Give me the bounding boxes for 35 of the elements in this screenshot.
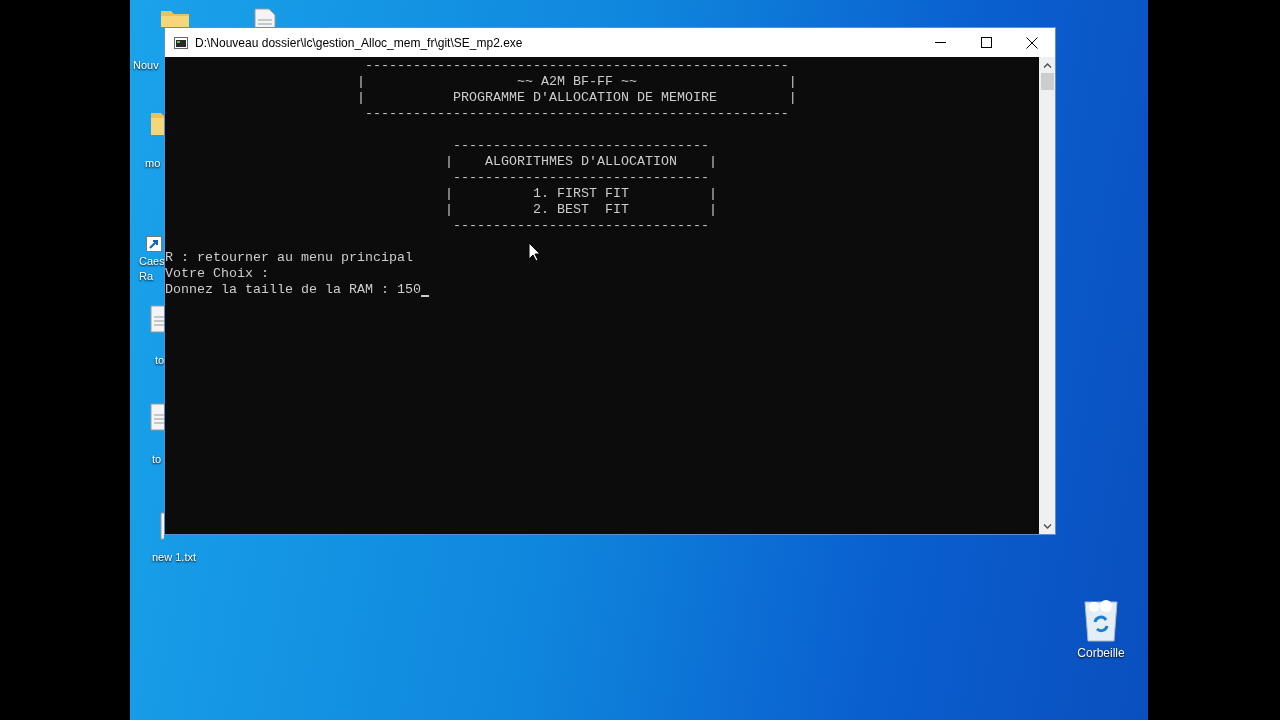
text-cursor — [420, 295, 429, 297]
window-title: D:\Nouveau dossier\lc\gestion_Alloc_mem_fr\git\SE_mp2.exe — [195, 35, 523, 50]
console-line: R : retourner au menu principal — [165, 250, 413, 266]
icon-label: Nouv — [133, 58, 159, 73]
icon-label: to — [152, 452, 162, 467]
console-line: -------------------------------- — [452, 138, 709, 154]
console-line: ----------------------------------------------------- — [364, 106, 789, 122]
close-icon — [1026, 36, 1038, 49]
console-line: | ALGORITHMES D'ALLOCATION | — [444, 154, 717, 170]
console-line: ----------------------------------------------------- — [364, 58, 789, 74]
console-line: | 1. FIRST FIT | — [444, 186, 717, 202]
console-line: | 2. BEST FIT | — [444, 202, 717, 218]
mouse-pointer-icon — [528, 242, 541, 262]
document-icon[interactable] — [150, 403, 164, 431]
icon-label: to — [155, 353, 165, 368]
icon-label: Ra — [139, 269, 154, 284]
recycle-bin-icon[interactable] — [1082, 598, 1120, 642]
shortcut-icon[interactable] — [146, 236, 162, 252]
console-app-icon — [174, 36, 188, 49]
document-icon[interactable] — [254, 8, 276, 27]
console-line: | ~~ A2M BF-FF ~~ | — [356, 74, 797, 90]
icon-label: mo — [145, 156, 161, 171]
scroll-thumb[interactable] — [1040, 73, 1054, 90]
scrollbar[interactable] — [1039, 57, 1055, 534]
maximize-icon — [980, 37, 992, 48]
console-line: -------------------------------- — [452, 170, 709, 186]
console-line: -------------------------------- — [452, 218, 709, 234]
icon-label: Corbeille — [1077, 646, 1125, 660]
icon-label: new 1.txt — [152, 550, 197, 565]
document-icon[interactable] — [150, 305, 164, 333]
console-line: Donnez la taille de la RAM : 150 — [165, 282, 421, 298]
console-line: | PROGRAMME D'ALLOCATION DE MEMOIRE | — [356, 90, 797, 106]
folder-icon[interactable] — [150, 110, 164, 136]
console-line: Votre Choix : — [165, 266, 269, 282]
icon-label: Caes — [139, 254, 165, 269]
